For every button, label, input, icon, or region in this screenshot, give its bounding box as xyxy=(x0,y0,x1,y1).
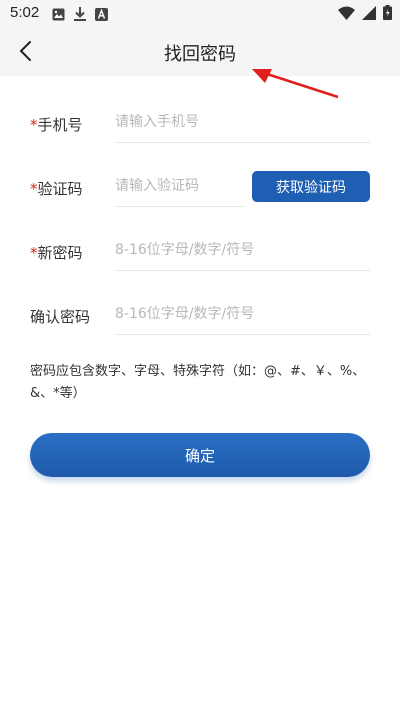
new-password-underline xyxy=(115,270,370,271)
code-input[interactable] xyxy=(115,170,245,202)
signal-icon xyxy=(362,5,376,24)
download-icon xyxy=(74,6,86,25)
password-hint: 密码应包含数字、字母、特殊字符（如：@、#、￥、%、&、*等） xyxy=(30,364,366,401)
phone-input[interactable] xyxy=(115,106,365,138)
status-time: 5:02 xyxy=(10,4,40,21)
wifi-icon xyxy=(338,5,355,24)
phone-row: *手机号 xyxy=(30,102,370,152)
confirm-button[interactable]: 确定 xyxy=(30,433,370,477)
status-system-icons xyxy=(338,5,392,24)
confirm-password-row: 确认密码 xyxy=(30,294,370,344)
confirm-password-underline xyxy=(115,334,370,335)
phone-label: *手机号 xyxy=(30,116,83,134)
page-title: 找回密码 xyxy=(164,44,236,65)
phone-underline xyxy=(115,142,370,143)
confirm-password-input[interactable] xyxy=(115,298,365,330)
image-icon xyxy=(52,6,65,25)
app-a-icon xyxy=(95,6,108,25)
code-underline xyxy=(115,206,245,207)
new-password-input[interactable] xyxy=(115,234,365,266)
new-password-row: *新密码 xyxy=(30,230,370,280)
battery-icon xyxy=(383,5,392,24)
annotation-arrow xyxy=(252,69,339,99)
new-password-label: *新密码 xyxy=(30,244,83,262)
code-row: *验证码 获取验证码 xyxy=(30,166,370,216)
status-notification-icons xyxy=(52,6,108,25)
status-bar: 5:02 xyxy=(0,0,400,28)
code-label: *验证码 xyxy=(30,180,83,198)
confirm-password-label: 确认密码 xyxy=(30,308,91,326)
get-code-button[interactable]: 获取验证码 xyxy=(252,171,370,202)
